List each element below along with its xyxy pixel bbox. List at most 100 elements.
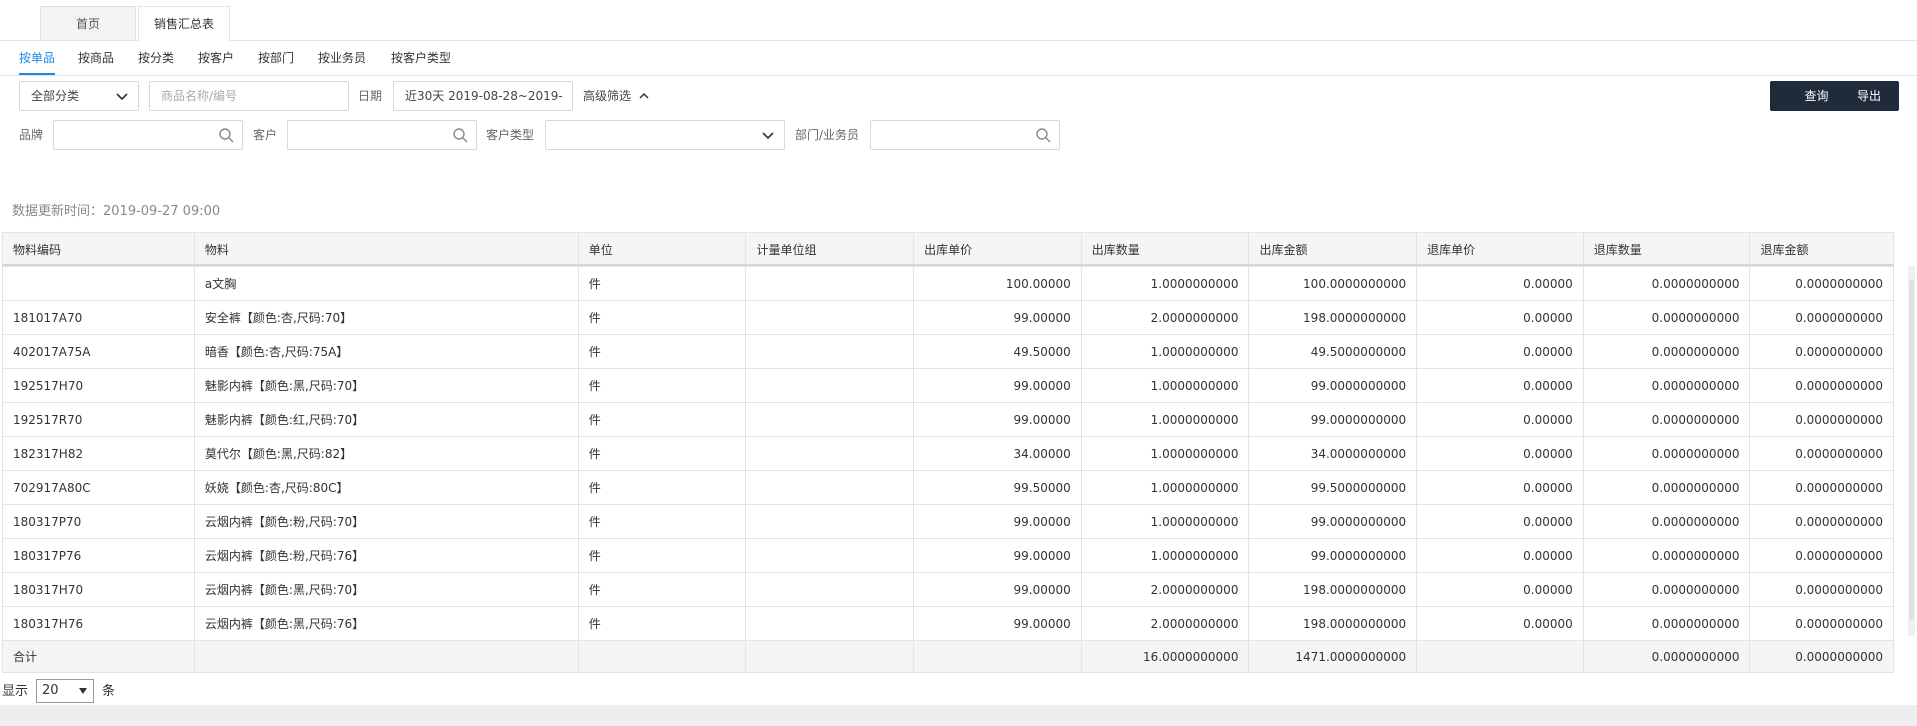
table-cell: 0.0000000000 [1749,538,1894,573]
table-cell [745,368,915,403]
column-header[interactable]: 退库金额 [1749,232,1894,267]
page-size-select[interactable]: 20 [36,679,94,703]
customer-input[interactable] [287,120,477,150]
table-cell: 99.00000 [913,504,1082,539]
column-header[interactable]: 物料 [193,232,579,267]
chevron-up-icon [639,92,649,99]
table-cell: a文胸 [193,266,579,301]
table-row[interactable]: 180317P70 云烟内裤【颜色:粉,尺码:70】件 99.00000 1.0000… [2,504,1894,539]
column-header[interactable]: 出库金额 [1248,232,1418,267]
tab-by-category[interactable]: 按分类 [138,41,174,75]
tab-by-product[interactable]: 按商品 [78,41,114,75]
table-row[interactable]: 192517H70 魅影内裤【颜色:黑,尺码:70】件 99.00000 1.0000… [2,368,1894,403]
table-cell: 0.00000 [1416,436,1584,471]
table-cell [745,538,915,573]
table-cell: 安全裤【颜色:杏,尺码:70】 [193,300,579,335]
table-cell: 1.0000000000 [1080,368,1250,403]
table-cell: 99.00000 [913,300,1082,335]
customer-type-label: 客户类型 [486,128,535,142]
header-divider [2,264,1894,266]
table-cell: 1.0000000000 [1080,436,1250,471]
table-cell [193,640,579,673]
table-row[interactable]: 180317P76 云烟内裤【颜色:粉,尺码:76】件 99.00000 1.0000… [2,538,1894,573]
table-cell: 0.00000 [1416,300,1584,335]
tab-by-department[interactable]: 按部门 [258,41,294,75]
table-scrollbar[interactable] [1908,266,1915,636]
table-cell: 0.0000000000 [1582,504,1751,539]
date-label: 日期 [358,89,383,103]
table-cell: 99.0000000000 [1248,402,1418,437]
product-search-input[interactable]: 商品名称/编号 [149,81,349,111]
table-cell: 件 [577,300,747,335]
table-cell: 182317H82 [2,436,195,471]
customer-type-select[interactable] [545,120,785,150]
table-row[interactable]: 702917A80C 妖娆【颜色:杏,尺码:80C】件 99.50000 1.0000… [2,470,1894,505]
table-cell [745,334,915,369]
table-cell: 180317H70 [2,572,195,607]
table-body: a文胸件 100.00000 1.0000000000 100.0000000000 0… [2,266,1894,673]
table-cell [1416,640,1584,673]
table-cell: 件 [577,572,747,607]
column-header[interactable]: 退库单价 [1416,232,1584,267]
table-cell: 180317P70 [2,504,195,539]
table-cell: 0.0000000000 [1582,538,1751,573]
table-cell: 49.5000000000 [1248,334,1418,369]
table-cell: 0.00000 [1416,402,1584,437]
table-cell: 件 [577,334,747,369]
table-cell: 0.0000000000 [1749,606,1894,641]
column-header[interactable]: 退库数量 [1582,232,1751,267]
table-cell: 1.0000000000 [1080,504,1250,539]
table-cell: 件 [577,266,747,301]
table-cell: 暗香【颜色:杏,尺码:75A】 [193,334,579,369]
table-row[interactable]: a文胸件 100.00000 1.0000000000 100.0000000000 0… [2,266,1894,301]
table-cell [913,640,1082,673]
table-cell: 0.0000000000 [1749,504,1894,539]
sales-summary-table: 物料编码 物料 单位 计量单位组 出库单价 出库数量 出库金额 退库单价 退库数… [2,232,1894,673]
advanced-filter-toggle[interactable]: 高级筛选 [583,81,650,111]
scrollbar-thumb[interactable] [1909,280,1914,620]
table-cell: 0.0000000000 [1749,402,1894,437]
column-header[interactable]: 物料编码 [2,232,195,267]
category-select-value: 全部分类 [31,89,80,103]
tab-by-customer-type[interactable]: 按客户类型 [391,41,451,75]
column-header[interactable]: 单位 [577,232,747,267]
table-row[interactable]: 182317H82 莫代尔【颜色:黑,尺码:82】件 34.00000 1.00000… [2,436,1894,471]
table-cell: 0.0000000000 [1582,606,1751,641]
table-cell: 1.0000000000 [1080,538,1250,573]
tab-sales-summary[interactable]: 销售汇总表 [138,6,230,41]
table-cell: 0.0000000000 [1749,368,1894,403]
table-cell: 件 [577,504,747,539]
column-header[interactable]: 出库数量 [1080,232,1250,267]
table-cell: 0.00000 [1416,368,1584,403]
tab-home[interactable]: 首页 [40,6,136,40]
column-header[interactable]: 出库单价 [913,232,1082,267]
brand-input[interactable] [53,120,243,150]
table-cell: 180317H76 [2,606,195,641]
table-row[interactable]: 192517R70 魅影内裤【颜色:红,尺码:70】件 99.00000 1.0000… [2,402,1894,437]
advanced-filter-label: 高级筛选 [583,89,632,103]
table-cell: 0.00000 [1416,606,1584,641]
table-row[interactable]: 180317H76 云烟内裤【颜色:黑,尺码:76】件 99.00000 2.0000… [2,606,1894,641]
table-cell: 1.0000000000 [1080,470,1250,505]
table-row[interactable]: 180317H70 云烟内裤【颜色:黑,尺码:70】件 99.00000 2.0000… [2,572,1894,607]
table-cell [745,300,915,335]
table-cell: 云烟内裤【颜色:粉,尺码:70】 [193,504,579,539]
table-cell: 0.0000000000 [1582,368,1751,403]
department-salesperson-input[interactable] [870,120,1060,150]
table-cell: 0.00000 [1416,504,1584,539]
date-range-input[interactable]: 近30天 2019-08-28~2019- [393,81,573,111]
table-cell: 99.0000000000 [1248,368,1418,403]
chevron-down-icon [116,93,128,101]
tab-by-salesperson[interactable]: 按业务员 [318,41,366,75]
export-button[interactable]: 导出 [1839,81,1899,111]
table-cell: 件 [577,368,747,403]
table-row[interactable]: 181017A70 安全裤【颜色:杏,尺码:70】件 99.00000 2.00000… [2,300,1894,335]
dropdown-arrow-icon [79,688,87,694]
tab-by-item[interactable]: 按单品 [19,41,56,75]
date-range-value: 近30天 2019-08-28~2019- [405,89,563,103]
tab-by-customer[interactable]: 按客户 [198,41,234,75]
column-header[interactable]: 计量单位组 [745,232,915,267]
category-select[interactable]: 全部分类 [19,81,139,111]
search-icon [1036,128,1051,143]
table-row[interactable]: 402017A75A 暗香【颜色:杏,尺码:75A】件 49.50000 1.0000… [2,334,1894,369]
